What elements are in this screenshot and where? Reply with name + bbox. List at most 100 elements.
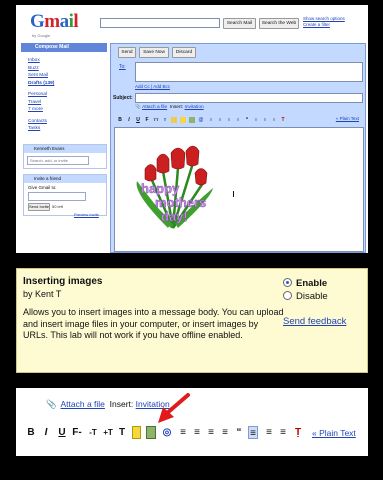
outdent-icon[interactable]: ≡ (206, 426, 216, 439)
disable-option[interactable]: Disable (283, 291, 328, 302)
discard-button[interactable]: Discard (172, 47, 196, 58)
nav-contacts[interactable]: Contacts (28, 118, 54, 126)
image-text-line-3: day! (161, 209, 188, 224)
mothers-day-flowers-image: happy mothers day! (136, 145, 213, 229)
create-filter-link[interactable]: Create a filter (303, 22, 345, 28)
text-cursor (233, 191, 234, 197)
enable-label: Enable (296, 278, 328, 289)
align-right-icon[interactable]: ≡ (278, 426, 288, 439)
nav-inbox[interactable]: Inbox (28, 57, 54, 65)
send-feedback-link[interactable]: Send feedback (283, 316, 346, 327)
disable-radio[interactable] (283, 291, 292, 300)
numbered-list-icon[interactable]: ≡ (208, 117, 214, 123)
bold-icon[interactable]: B (26, 426, 36, 439)
align-left-icon[interactable]: ≡ (253, 117, 259, 123)
increase-size-icon[interactable]: +T (101, 426, 115, 439)
to-field[interactable] (135, 62, 363, 82)
compose-mail-button[interactable]: Compose Mail (21, 43, 107, 52)
search-input[interactable] (100, 18, 220, 28)
highlight-icon[interactable] (180, 117, 186, 123)
search-mail-button[interactable]: Search Mail (223, 18, 256, 29)
enable-option[interactable]: Enable (283, 278, 327, 289)
add-cc-link[interactable]: Add Cc (135, 84, 150, 89)
outdent-icon[interactable]: ≡ (226, 117, 232, 123)
invite-title: Invite a friend (24, 175, 106, 183)
red-arrow-icon (158, 393, 190, 423)
to-label[interactable]: To: (119, 64, 126, 70)
invite-email-input[interactable] (28, 192, 86, 201)
bullet-list-icon[interactable]: ≡ (192, 426, 202, 439)
zoomed-toolbar-panel: 📎 Attach a file Insert: Invitation B I U… (16, 388, 368, 456)
text-color-icon[interactable]: T (116, 426, 128, 439)
decrease-size-icon[interactable]: ‑T (86, 426, 100, 439)
bold-icon[interactable]: B (117, 117, 123, 123)
lab-panel: Inserting images by Kent T Allows you to… (16, 268, 368, 373)
highlight-icon[interactable] (132, 426, 141, 439)
gmail-logo[interactable]: Gmail by Google (30, 11, 100, 38)
subject-field[interactable] (135, 93, 363, 103)
enable-radio[interactable] (283, 278, 292, 287)
attach-file-link[interactable]: Attach a file (142, 105, 167, 110)
italic-icon[interactable]: I (41, 426, 51, 439)
paperclip-icon: 📎 (46, 399, 57, 409)
image-text-line-1: happy (141, 181, 180, 196)
remove-format-icon[interactable]: T (280, 117, 286, 123)
chat-search-input[interactable]: Search, add, or invite (27, 156, 89, 165)
quote-icon[interactable]: “ (234, 426, 244, 439)
search-web-button[interactable]: Search the Web (259, 18, 299, 29)
align-center-icon[interactable]: ≡ (262, 117, 268, 123)
send-invite-button[interactable]: Send Invite (28, 203, 50, 211)
align-right-icon[interactable]: ≡ (271, 117, 277, 123)
underline-icon[interactable]: U (135, 117, 141, 123)
plain-text-link[interactable]: « Plain Text (336, 116, 359, 121)
compose-toolbar: Send Save Now Discard (111, 44, 365, 59)
logo-subtitle: by Google (32, 33, 51, 38)
save-now-button[interactable]: Save Now (139, 47, 169, 58)
bullet-list-icon[interactable]: ≡ (217, 117, 223, 123)
gmail-window: Gmail by Google Search Mail Search the W… (16, 5, 368, 253)
zoom-insert-label: Insert: (109, 399, 134, 409)
font-icon[interactable]: F‑ (71, 426, 83, 439)
font-size-icon[interactable]: TT (153, 117, 159, 123)
insert-label: Insert: (169, 105, 184, 110)
remove-format-icon[interactable]: Ṭ (292, 426, 304, 439)
invitation-link[interactable]: Invitation (185, 105, 204, 110)
quote-icon[interactable]: “ (244, 117, 250, 123)
lab-description: Allows you to insert images into a messa… (23, 307, 284, 340)
text-size-icon[interactable]: T (162, 117, 168, 123)
text-color-icon[interactable] (171, 117, 177, 123)
nav-personal[interactable]: Personal (28, 91, 54, 99)
underline-icon[interactable]: U (57, 426, 67, 439)
align-center-icon[interactable]: ≡ (264, 426, 274, 439)
chat-user-name[interactable]: Kenneth Evans (24, 145, 106, 153)
attach-row: 📎 Attach a file Insert: Invitation (135, 105, 204, 110)
nav-travel[interactable]: Travel (28, 99, 54, 107)
insert-image-icon[interactable] (189, 117, 195, 123)
zoom-formatting-toolbar: B I U F‑ ‑T +T T ◎ ≡ ≡ ≡ ≡ “ ≡ ≡ ≡ Ṭ « … (24, 424, 362, 442)
nav-list: Inbox Buzz Sent Mail Drafts (139) Person… (28, 57, 54, 133)
nav-tasks[interactable]: Tasks (28, 125, 54, 133)
invites-left: 50 left (52, 204, 63, 209)
preview-invite-link[interactable]: Preview Invite (74, 212, 99, 217)
indent-icon[interactable]: ≡ (220, 426, 230, 439)
add-bcc-link[interactable]: Add Bcc (153, 84, 170, 89)
nav-drafts[interactable]: Drafts (139) (28, 80, 54, 88)
font-icon[interactable]: F (144, 117, 150, 123)
disable-label: Disable (296, 291, 328, 302)
zoom-plain-text-link[interactable]: « Plain Text (312, 428, 356, 438)
chat-box: Kenneth Evans Search, add, or invite (23, 144, 107, 169)
align-left-icon[interactable]: ≡ (248, 426, 258, 439)
zoom-attach-file-link[interactable]: Attach a file (61, 399, 105, 409)
nav-buzz[interactable]: Buzz (28, 65, 54, 73)
message-body[interactable]: happy mothers day! (114, 127, 364, 252)
send-button[interactable]: Send (118, 47, 136, 58)
formatting-toolbar: B I U F TT T @ ≡ ≡ ≡ ≡ “ ≡ ≡ ≡ T (114, 115, 364, 126)
paperclip-icon: 📎 (135, 105, 141, 110)
nav-sent-mail[interactable]: Sent Mail (28, 72, 54, 80)
nav-more[interactable]: 7 more (28, 106, 54, 114)
indent-icon[interactable]: ≡ (235, 117, 241, 123)
invite-text: Give Gmail to: (28, 185, 57, 190)
link-icon[interactable]: @ (198, 117, 204, 123)
invite-box: Invite a friend Give Gmail to: Send Invi… (23, 174, 107, 217)
italic-icon[interactable]: I (126, 117, 132, 123)
